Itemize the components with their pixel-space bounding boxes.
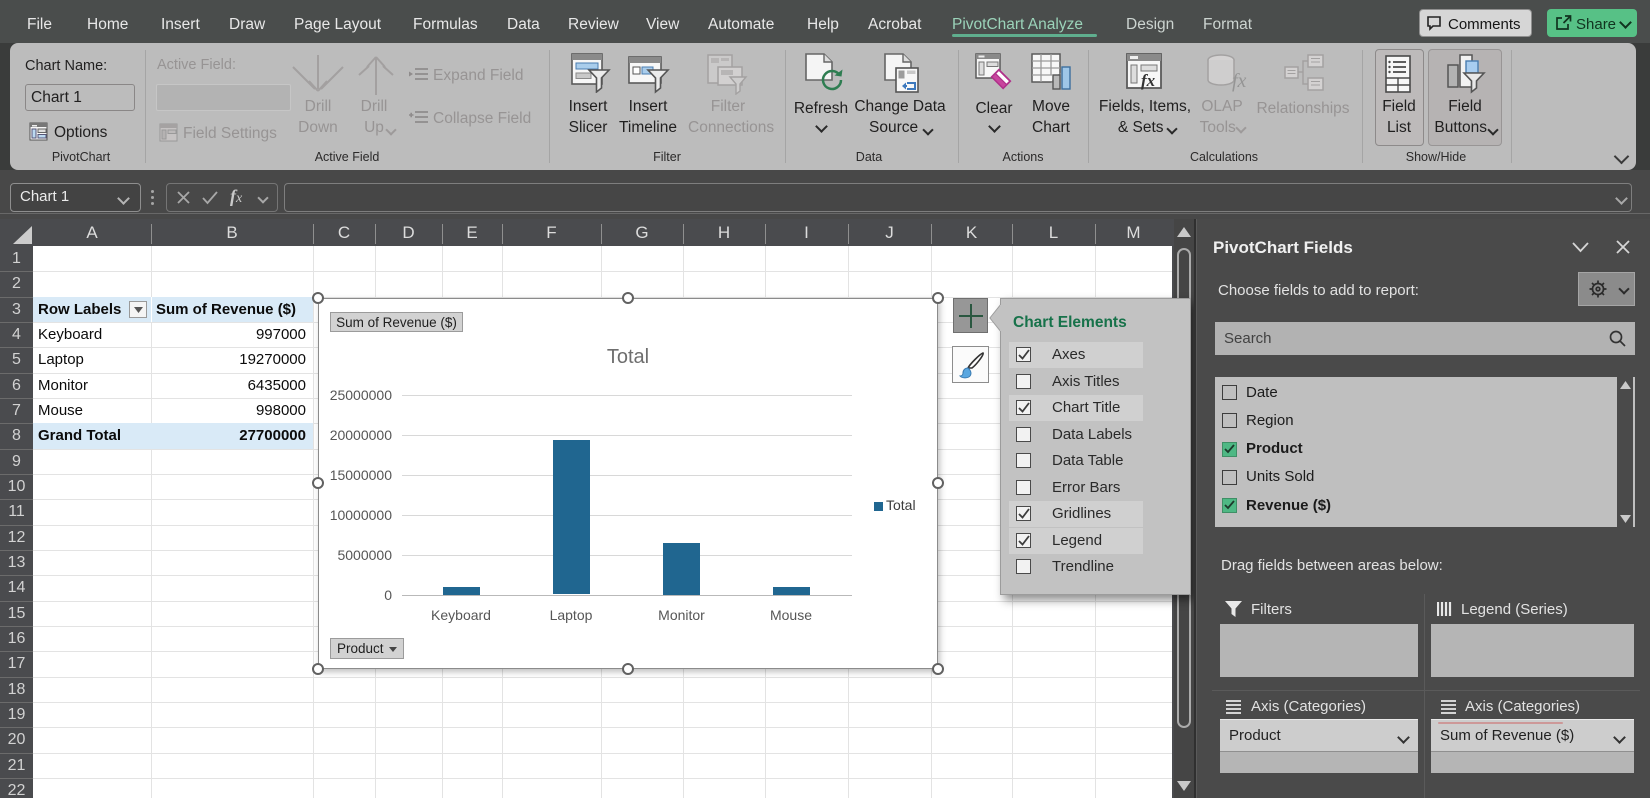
svg-text:fx: fx: [1232, 70, 1247, 92]
svg-text:fx: fx: [1141, 71, 1156, 90]
